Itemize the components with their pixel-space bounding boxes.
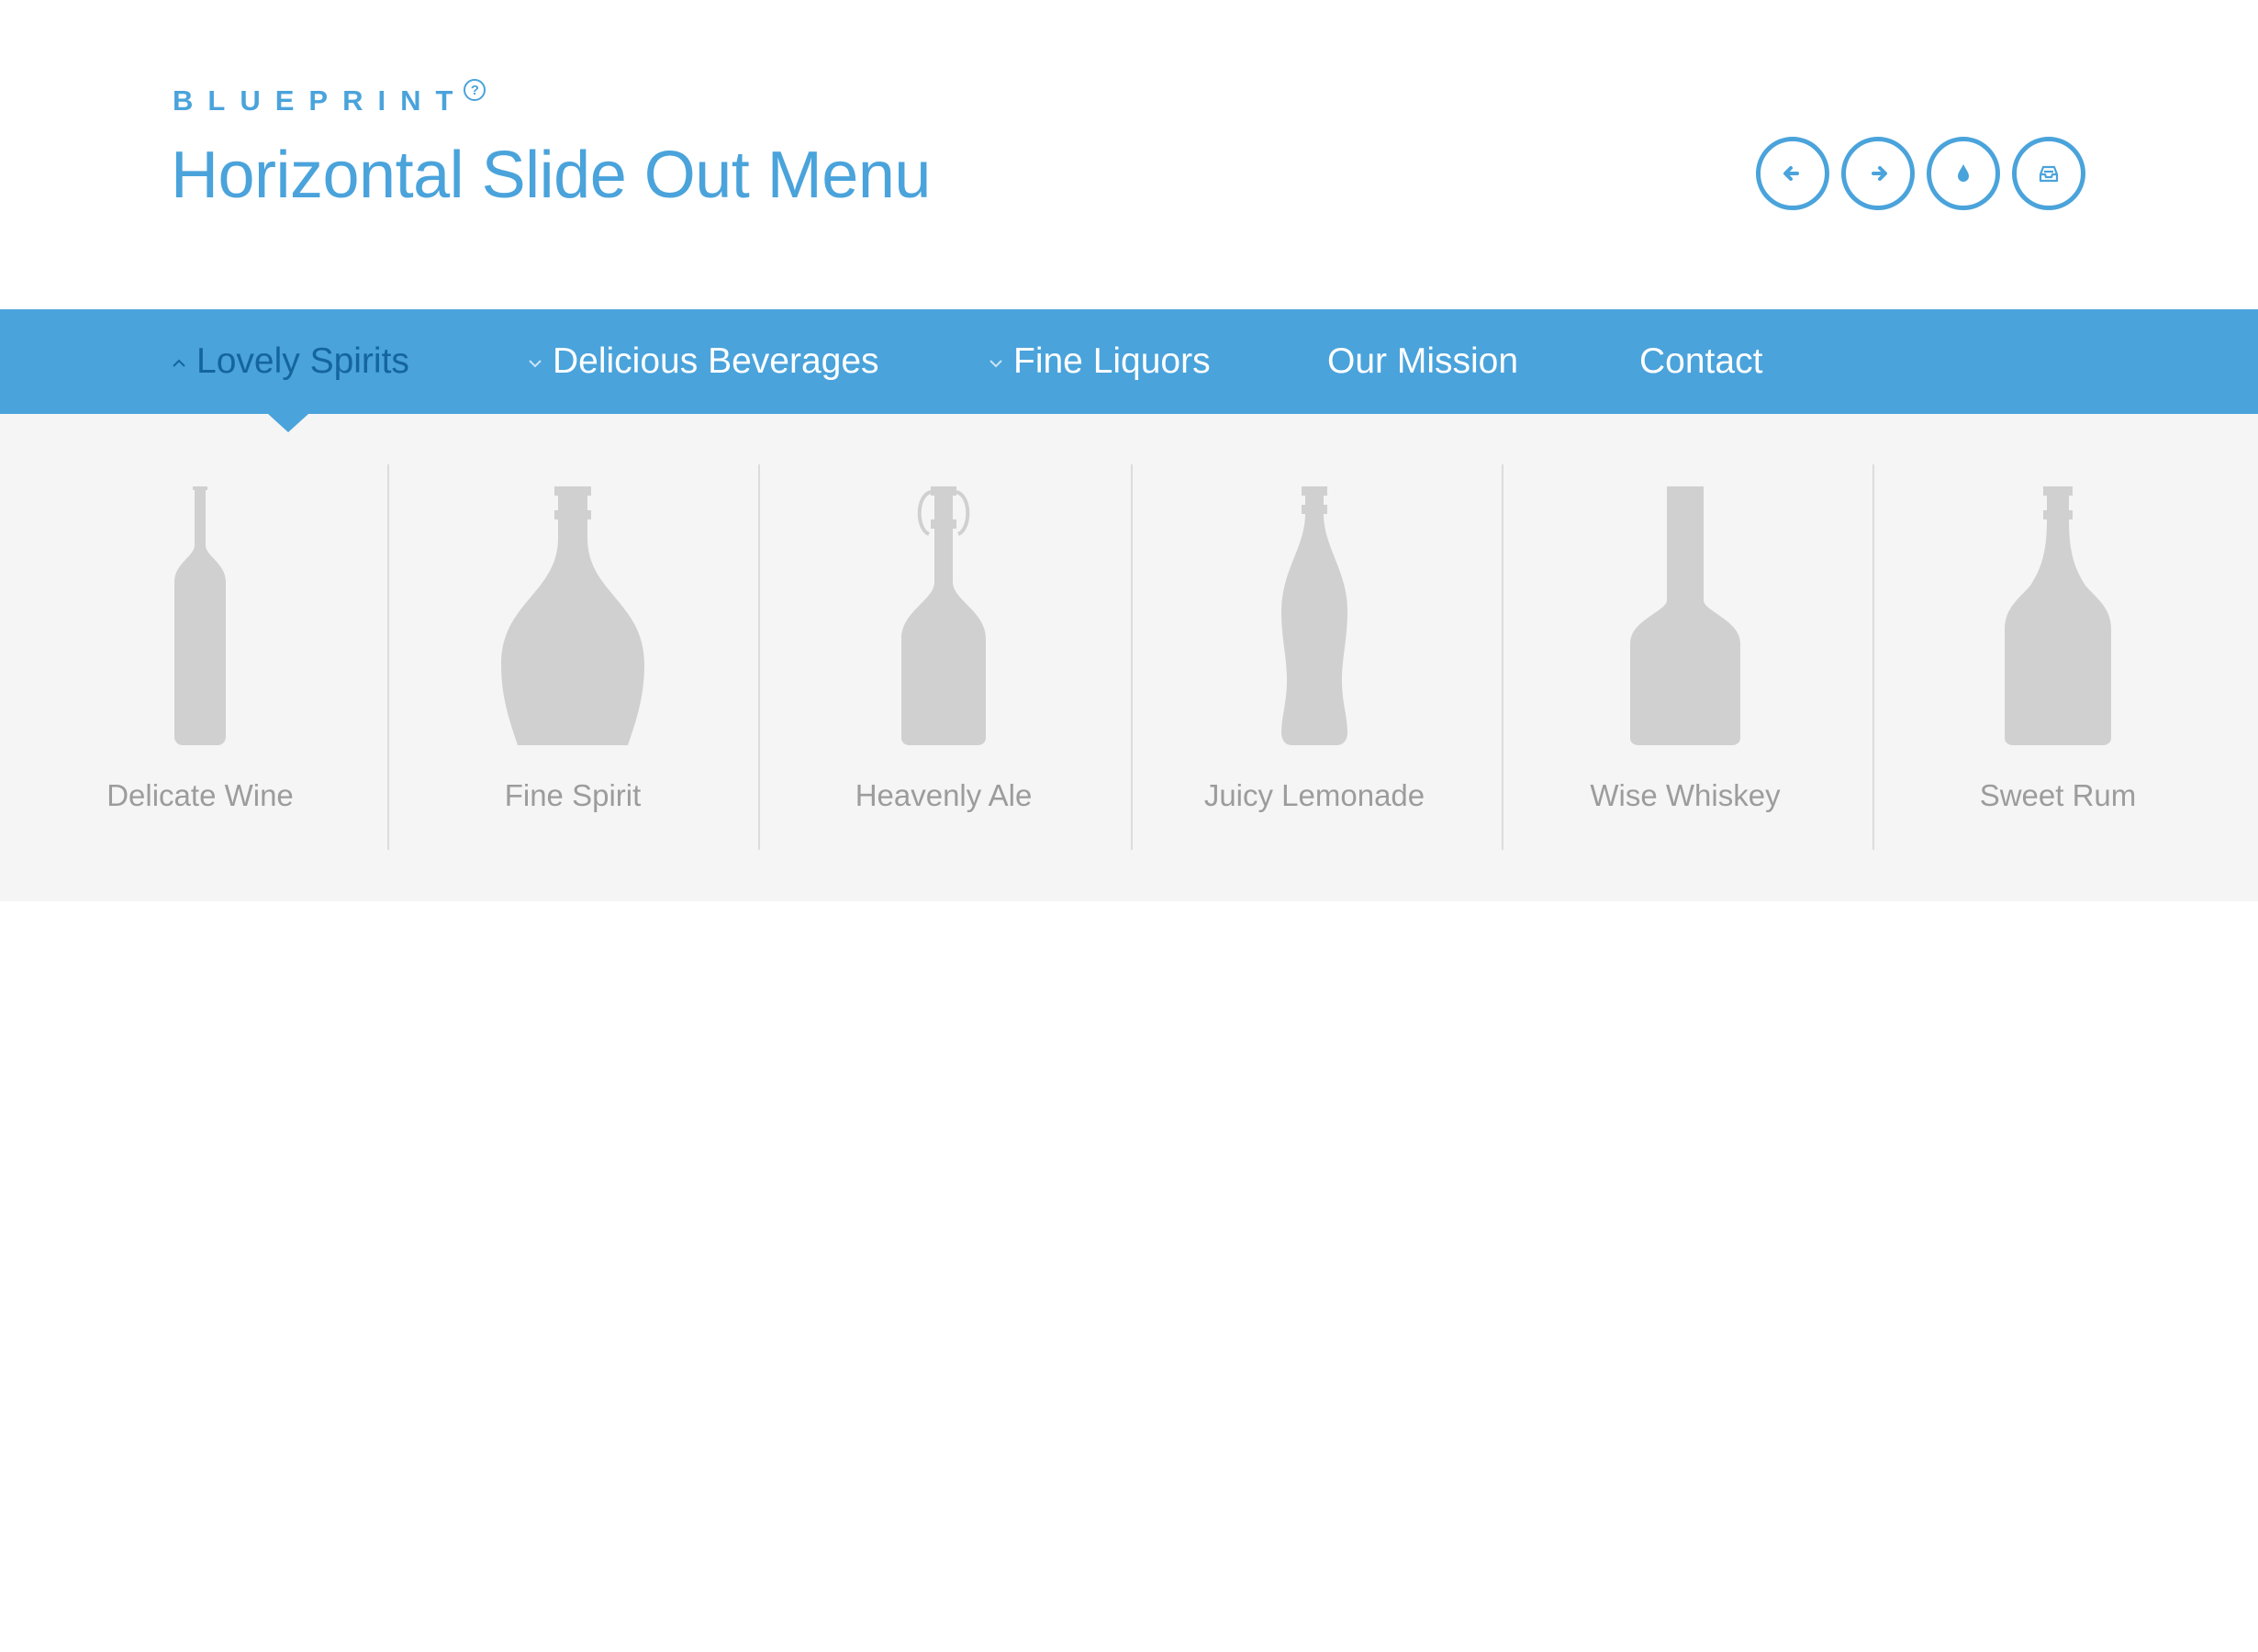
submenu-item-heavenly-ale[interactable]: Heavenly Ale — [758, 464, 1129, 850]
back-button[interactable] — [1756, 137, 1829, 210]
archive-button[interactable] — [2012, 137, 2085, 210]
nav-item-delicious-beverages[interactable]: Delicious Beverages — [527, 309, 879, 414]
arrow-right-icon — [1872, 166, 1887, 181]
icon-button-group — [1756, 137, 2085, 210]
submenu-item-label: Juicy Lemonade — [1203, 778, 1425, 812]
submenu-item-sweet-rum[interactable]: Sweet Rum — [1872, 464, 2243, 850]
submenu-item-wise-whiskey[interactable]: Wise Whiskey — [1500, 464, 1871, 850]
nav-item-label: Our Mission — [1327, 341, 1519, 381]
nav-item-label: Delicious Beverages — [553, 341, 879, 381]
nav-item-lovely-spirits[interactable]: Lovely Spirits — [171, 309, 409, 414]
chevron-down-icon — [529, 360, 542, 368]
nav-item-contact[interactable]: Contact — [1639, 309, 1762, 414]
ale-bottle-icon — [901, 486, 986, 745]
drop-button[interactable] — [1927, 137, 2000, 210]
page-title: Horizontal Slide Out Menu — [171, 139, 931, 212]
archive-icon — [2039, 165, 2059, 183]
nav-item-label: Contact — [1639, 341, 1763, 381]
lemonade-bottle-icon — [1281, 486, 1347, 745]
submenu-item-label: Sweet Rum — [1979, 778, 2137, 812]
nav-item-fine-liquors[interactable]: Fine Liquors — [988, 309, 1211, 414]
submenu-item-label: Fine Spirit — [504, 778, 642, 812]
spirit-bottle-icon — [501, 486, 644, 745]
main-nav: Lovely Spirits Delicious Beverages Fine … — [0, 309, 2258, 414]
nav-item-label: Fine Liquors — [1013, 341, 1211, 381]
forward-button[interactable] — [1841, 137, 1915, 210]
submenu-item-juicy-lemonade[interactable]: Juicy Lemonade — [1129, 464, 1500, 850]
nav-item-our-mission[interactable]: Our Mission — [1327, 309, 1518, 414]
chevron-up-icon — [173, 359, 185, 367]
brand-logo[interactable]: BLUEPRINT ? — [173, 79, 486, 117]
submenu-item-label: Wise Whiskey — [1590, 778, 1781, 812]
submenu-item-label: Heavenly Ale — [855, 778, 1033, 812]
arrow-left-icon — [1783, 166, 1799, 181]
header: BLUEPRINT ? Horizontal Slide Out Menu — [0, 0, 2258, 309]
wine-bottle-icon — [174, 486, 226, 745]
chevron-down-icon — [989, 360, 1002, 368]
brand-name: BLUEPRINT — [173, 84, 468, 117]
nav-item-label: Lovely Spirits — [196, 341, 409, 381]
submenu-item-delicate-wine[interactable]: Delicate Wine — [15, 464, 386, 850]
drop-icon — [1958, 164, 1969, 182]
help-icon[interactable]: ? — [464, 79, 486, 101]
submenu-item-fine-spirit[interactable]: Fine Spirit — [387, 464, 758, 850]
rum-bottle-icon — [2005, 486, 2111, 745]
whiskey-bottle-icon — [1630, 486, 1740, 745]
active-nav-pointer — [268, 414, 308, 432]
submenu-item-label: Delicate Wine — [106, 778, 294, 812]
submenu-panel: Delicate Wine Fine Spirit Heavenly Ale J… — [0, 414, 2258, 901]
